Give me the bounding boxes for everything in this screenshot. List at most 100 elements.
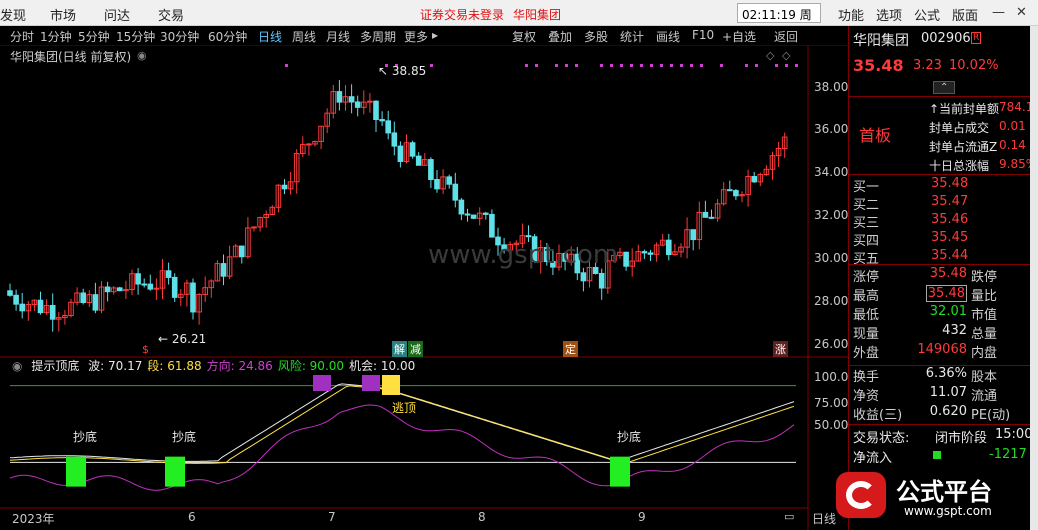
stat2-row: 收益(三) 0.620 PE(动) bbox=[849, 404, 1031, 424]
stat2-label: 换手 bbox=[853, 370, 880, 385]
overlay-button[interactable]: 叠加 bbox=[548, 28, 572, 45]
tab-1min[interactable]: 1分钟 bbox=[40, 28, 72, 45]
tab-monthly[interactable]: 月线 bbox=[326, 28, 350, 45]
tab-30min[interactable]: 30分钟 bbox=[160, 28, 199, 45]
stat2-value: 0.620 bbox=[929, 404, 967, 419]
bid-row[interactable]: 买一 35.48 bbox=[849, 176, 1031, 196]
candle-body bbox=[190, 282, 196, 313]
menu-market[interactable]: 市场 bbox=[50, 5, 76, 24]
stat2-label: 净资 bbox=[853, 389, 880, 404]
bid-price: 35.44 bbox=[931, 248, 969, 263]
indicator-group bbox=[9, 375, 796, 491]
bid-row[interactable]: 买二 35.47 bbox=[849, 194, 1031, 214]
candle-body bbox=[104, 286, 111, 293]
menu-wenda[interactable]: 问达 bbox=[104, 5, 130, 24]
kline-chart[interactable] bbox=[0, 46, 848, 530]
close-icon[interactable]: ✕ bbox=[1016, 5, 1027, 20]
event-tag-jie[interactable]: 解 bbox=[392, 341, 407, 357]
stats-button[interactable]: 统计 bbox=[620, 28, 644, 45]
expand-up-icon[interactable]: ⌃ bbox=[933, 81, 956, 94]
signal-dot bbox=[755, 64, 758, 67]
netflow-value: -1217 bbox=[989, 447, 1027, 462]
signal-dot bbox=[610, 64, 613, 67]
stat2-row: 换手 6.36% 股本 bbox=[849, 366, 1031, 386]
draw-line-button[interactable]: 画线 bbox=[656, 28, 680, 45]
signal-dot bbox=[600, 64, 603, 67]
menu-formula[interactable]: 公式 bbox=[914, 5, 940, 24]
candle-body bbox=[446, 176, 452, 185]
event-tag-jian[interactable]: 减 bbox=[408, 341, 423, 357]
candle-body bbox=[251, 226, 257, 229]
stat2-row: 净资 11.07 流通 bbox=[849, 385, 1031, 405]
event-tag-zhang[interactable]: 涨 bbox=[773, 341, 788, 357]
stat2-label2: PE(动) bbox=[971, 408, 1011, 423]
more-chevron-icon[interactable]: ▸ bbox=[432, 28, 438, 42]
menu-trade[interactable]: 交易 bbox=[158, 5, 184, 24]
price-tick: 34.00 bbox=[814, 165, 849, 179]
tab-weekly[interactable]: 周线 bbox=[292, 28, 316, 45]
bid-label: 买四 bbox=[853, 234, 880, 249]
candle-body bbox=[306, 143, 312, 146]
tab-15min[interactable]: 15分钟 bbox=[116, 28, 155, 45]
bid-price: 35.47 bbox=[931, 194, 969, 209]
collapse-icon[interactable]: ◇ bbox=[782, 49, 790, 62]
stat-label2: 量比 bbox=[971, 289, 998, 304]
indicator-name[interactable]: 提示顶底 bbox=[31, 359, 79, 373]
candle-body bbox=[666, 239, 672, 256]
menu-options[interactable]: 选项 bbox=[876, 5, 902, 24]
tab-intraday[interactable]: 分时 bbox=[10, 28, 34, 45]
stat2-value: 6.36% bbox=[925, 366, 967, 381]
logo-mark-icon bbox=[836, 472, 886, 518]
multi-stock-button[interactable]: 多股 bbox=[584, 28, 608, 45]
tab-5min[interactable]: 5分钟 bbox=[78, 28, 110, 45]
indicator-header: ◉ 提示顶底 波: 70.17 段: 61.88 方向: 24.86 风险: 90.0… bbox=[12, 357, 425, 374]
candle-body bbox=[525, 235, 532, 238]
candle-body bbox=[647, 252, 654, 255]
stat-row: 最高 35.48 量比 bbox=[849, 285, 1031, 305]
candle-body bbox=[623, 251, 629, 267]
signal-dot bbox=[700, 64, 703, 67]
bid-row[interactable]: 买四 35.45 bbox=[849, 230, 1031, 250]
stat2-label: 收益(三) bbox=[853, 408, 903, 423]
price-change-pct: 10.02% bbox=[949, 58, 999, 73]
signal-dot bbox=[690, 64, 693, 67]
tab-more[interactable]: 更多 bbox=[404, 28, 428, 45]
signal-dot bbox=[575, 64, 578, 67]
stat-label2: 内盘 bbox=[971, 346, 998, 361]
indicator-tick: 50.00 bbox=[814, 418, 849, 432]
indicator-toggle-icon[interactable]: ◉ bbox=[12, 359, 22, 373]
back-button[interactable]: 返回 bbox=[774, 28, 798, 45]
seal-label: 封单占流通Z bbox=[929, 140, 998, 154]
tab-60min[interactable]: 60分钟 bbox=[208, 28, 247, 45]
bid-label: 买一 bbox=[853, 180, 880, 195]
f10-button[interactable]: F10 bbox=[692, 28, 714, 42]
signal-dot bbox=[680, 64, 683, 67]
wave-line bbox=[9, 383, 795, 463]
menu-function[interactable]: 功能 bbox=[838, 5, 864, 24]
settings-gear-icon[interactable]: ◉ bbox=[137, 49, 147, 62]
bid-label: 买三 bbox=[853, 216, 880, 231]
scrollbar[interactable] bbox=[1030, 26, 1038, 530]
event-tag-dollar[interactable]: $ bbox=[142, 343, 149, 356]
indicator-value: 段: 61.88 bbox=[147, 359, 202, 373]
event-tag-ding[interactable]: 定 bbox=[563, 341, 578, 357]
menu-discover[interactable]: 发现 bbox=[0, 5, 26, 24]
bid-row[interactable]: 买五 35.44 bbox=[849, 248, 1031, 268]
adjust-button[interactable]: 复权 bbox=[512, 28, 536, 45]
stat-label2: 总量 bbox=[971, 327, 998, 342]
stat2-value: 11.07 bbox=[929, 385, 967, 400]
stat-label2: 市值 bbox=[971, 308, 998, 323]
minimize-icon[interactable]: — bbox=[992, 5, 1005, 20]
menu-layout[interactable]: 版面 bbox=[952, 5, 978, 24]
signal-dot bbox=[430, 64, 433, 67]
login-notice[interactable]: 证券交易未登录 bbox=[420, 6, 504, 23]
add-watchlist-button[interactable]: +自选 bbox=[722, 28, 756, 45]
candle-body bbox=[117, 287, 123, 292]
candle-body bbox=[37, 299, 44, 314]
diamond-icon[interactable]: ◇ bbox=[766, 49, 774, 62]
zoom-icon[interactable]: ▭ bbox=[784, 510, 794, 523]
bid-row[interactable]: 买三 35.46 bbox=[849, 212, 1031, 232]
tab-multi-period[interactable]: 多周期 bbox=[360, 28, 396, 45]
tab-daily[interactable]: 日线 bbox=[258, 28, 282, 45]
netflow-bar bbox=[933, 451, 941, 459]
